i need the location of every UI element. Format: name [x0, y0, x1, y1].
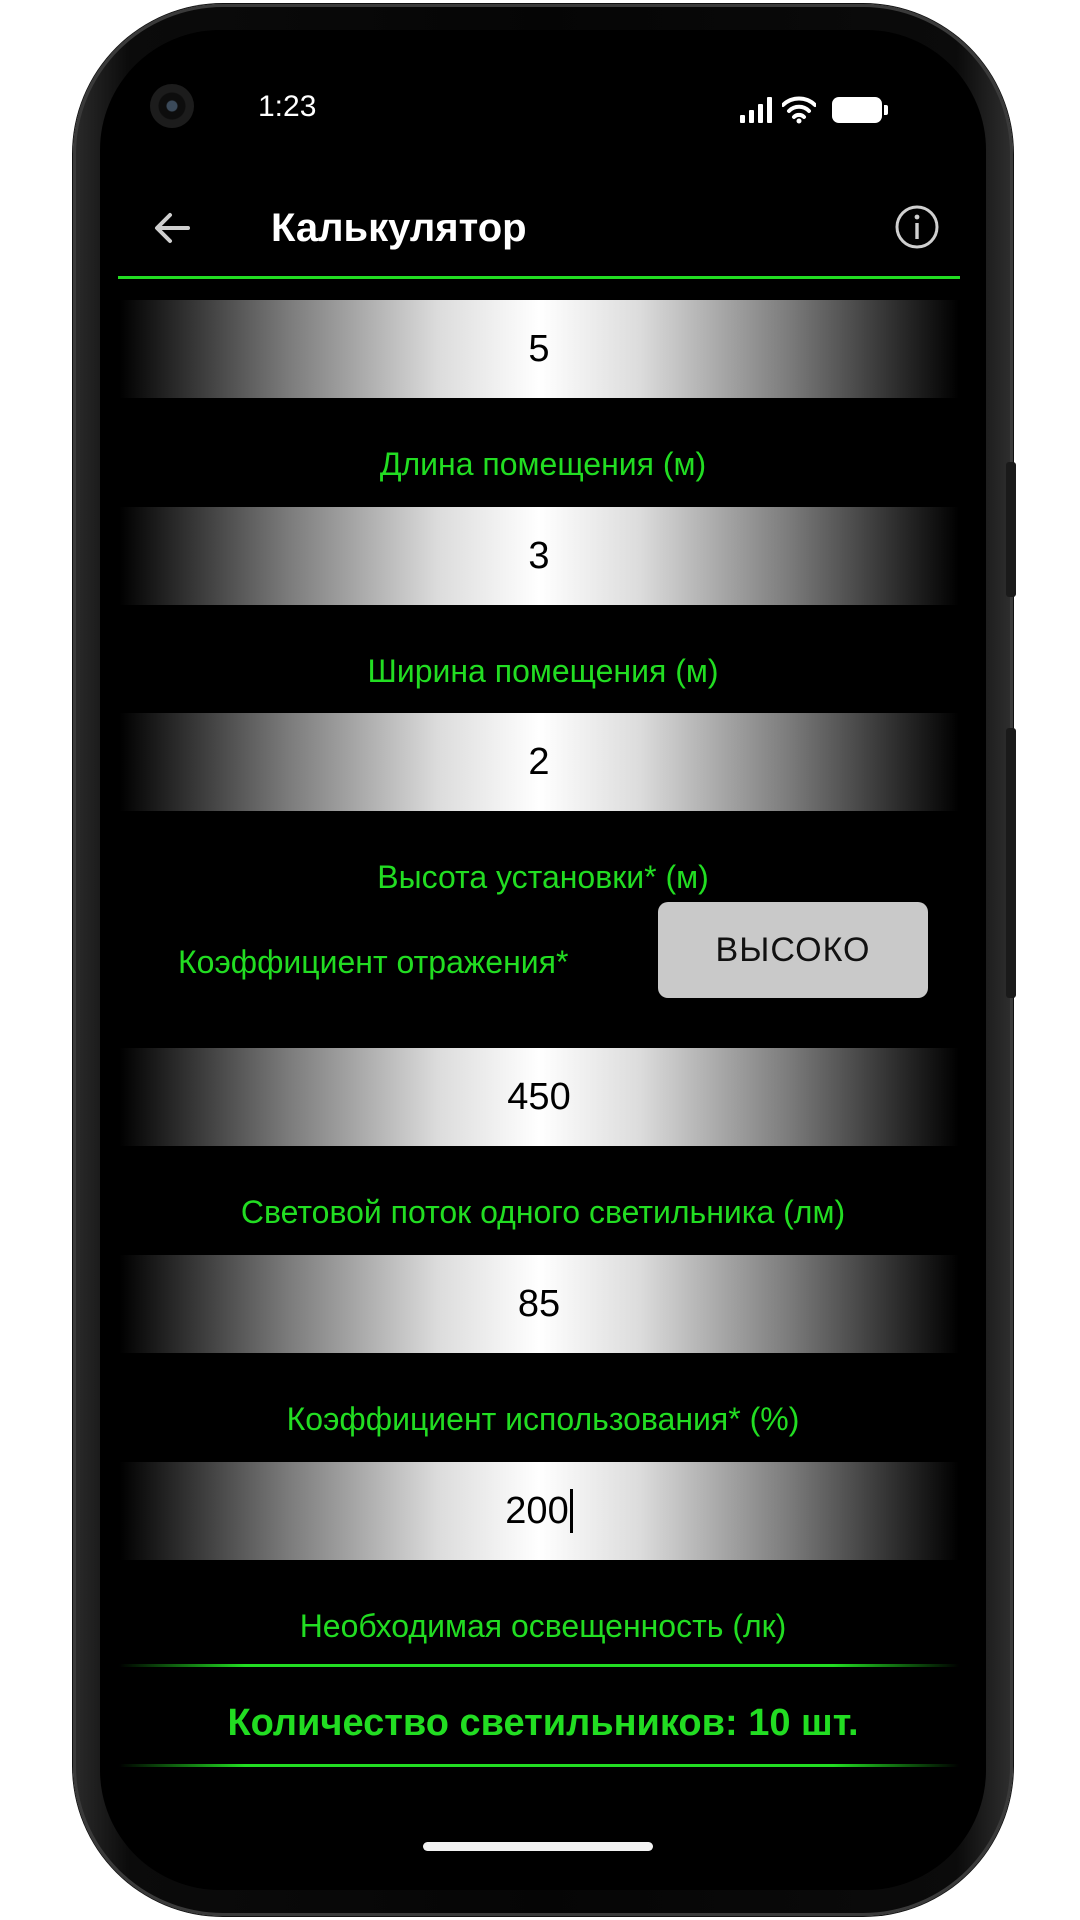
result-bottom-divider [119, 1764, 959, 1767]
luminous-flux-input[interactable]: 450 [119, 1048, 959, 1146]
mount-height-label: Высота установки* (м) [377, 859, 709, 895]
arrow-left-icon [155, 213, 190, 243]
room-length-value: 5 [528, 327, 550, 370]
luminous-flux-label: Световой поток одного светильника (лм) [240, 1194, 846, 1230]
utilization-coefficient-value: 85 [517, 1282, 561, 1325]
result-text: Количество светильников: 10 шт. [227, 1702, 859, 1744]
front-camera [150, 84, 194, 128]
utilization-coefficient-input[interactable]: 85 [119, 1255, 959, 1353]
mount-height-value: 2 [528, 740, 550, 783]
home-indicator[interactable] [423, 1842, 653, 1851]
room-width-label: Ширина помещения (м) [367, 653, 719, 689]
room-width-input[interactable]: 3 [119, 507, 959, 605]
power-button [1006, 728, 1016, 998]
mount-height-input[interactable]: 2 [119, 713, 959, 811]
screen: 1:23 Калькулятор 5 Длина помещения (м) 3… [100, 30, 986, 1890]
room-length-input[interactable]: 5 [119, 300, 959, 398]
status-icons [740, 90, 888, 130]
wifi-icon [782, 96, 816, 124]
info-button[interactable] [894, 204, 940, 250]
back-button[interactable] [146, 202, 198, 254]
room-width-value: 3 [528, 534, 550, 577]
required-illuminance-input[interactable]: 200 [119, 1462, 959, 1560]
reflection-coefficient-label: Коэффициент отражения* [178, 944, 569, 980]
utilization-coefficient-label: Коэффициент использования* (%) [286, 1401, 800, 1437]
signal-icon [740, 97, 772, 123]
battery-icon [832, 97, 888, 123]
result-top-divider [119, 1664, 959, 1667]
required-illuminance-label: Необходимая освещенность (лк) [299, 1608, 787, 1644]
info-icon [895, 205, 939, 249]
room-length-label: Длина помещения (м) [379, 446, 707, 482]
page-title: Калькулятор [271, 206, 527, 250]
required-illuminance-value: 200 [505, 1489, 569, 1532]
luminous-flux-value: 450 [507, 1075, 571, 1118]
text-cursor [569, 1489, 573, 1533]
reflection-coefficient-button[interactable]: ВЫСОКО [658, 902, 928, 998]
app-bar: Калькулятор [118, 180, 960, 276]
app-bar-divider [118, 276, 960, 279]
volume-button [1006, 462, 1016, 597]
status-time: 1:23 [258, 90, 317, 123]
